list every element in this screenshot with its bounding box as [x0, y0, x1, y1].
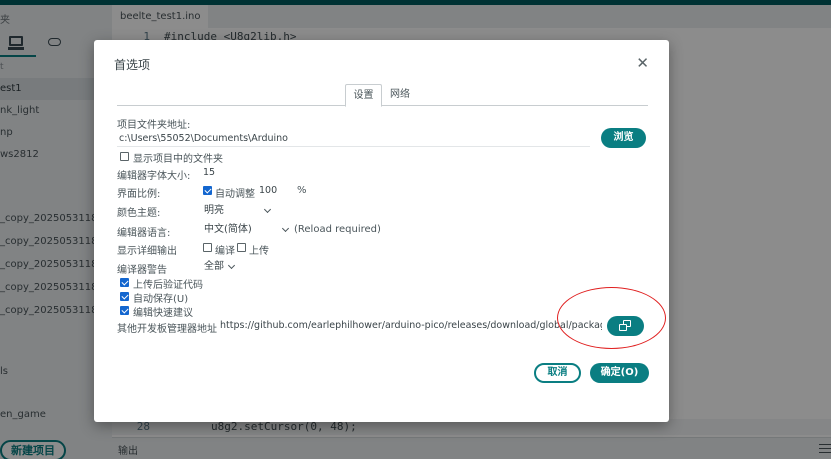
reload-note: (Reload required) [294, 224, 381, 235]
ok-button[interactable]: 确定(O) [590, 363, 649, 383]
chevron-down-icon [281, 224, 290, 233]
dialog-title: 首选项 [114, 58, 151, 72]
verify-after-upload-label: 上传后验证代码 [133, 280, 203, 291]
preferences-dialog: 首选项 ✕ 设置 网络 项目文件夹地址: c:\Users\55052\Docu… [94, 40, 669, 422]
compiler-warnings-label: 编译器警告 [117, 265, 167, 276]
sketchbook-location-input[interactable]: c:\Users\55052\Documents\Arduino [117, 130, 590, 147]
boards-url-edit-button[interactable] [607, 316, 644, 336]
verbose-compile-checkbox[interactable] [203, 243, 212, 252]
auto-scale-label: 自动调整 [215, 189, 255, 200]
verbose-output-label: 显示详细输出 [117, 246, 177, 257]
language-value: 中文(简体) [204, 224, 252, 235]
windows-icon [619, 320, 631, 332]
verbose-compile-label: 编译 [215, 246, 235, 257]
show-files-label: 显示项目中的文件夹 [133, 154, 223, 165]
compiler-warnings-select[interactable]: 全部 [201, 258, 237, 274]
interface-scale-label: 界面比例: [117, 189, 161, 200]
boards-url-label: 其他开发板管理器地址: [117, 324, 221, 335]
boards-url-input[interactable]: https://github.com/earlephilhower/arduin… [218, 317, 602, 334]
chevron-down-icon [263, 205, 272, 214]
tab-network[interactable]: 网络 [385, 84, 415, 107]
compiler-warnings-value: 全部 [204, 261, 224, 272]
autosave-checkbox[interactable] [120, 292, 129, 301]
show-files-checkbox[interactable] [120, 152, 129, 161]
language-select[interactable]: 中文(简体) [201, 221, 291, 237]
font-size-label: 编辑器字体大小: [117, 171, 191, 182]
browse-button[interactable]: 浏览 [601, 128, 646, 148]
tab-settings[interactable]: 设置 [345, 84, 382, 107]
auto-scale-checkbox[interactable] [203, 186, 212, 195]
scale-unit: % [297, 185, 307, 196]
verbose-upload-label: 上传 [249, 246, 269, 257]
dialog-tab-bar: 设置 网络 [117, 84, 648, 107]
theme-label: 颜色主题: [117, 208, 161, 219]
close-icon[interactable]: ✕ [636, 54, 649, 72]
quick-suggestions-checkbox[interactable] [120, 306, 129, 315]
scale-input[interactable]: 100 [257, 182, 295, 199]
language-label: 编辑器语言: [117, 228, 171, 239]
sketchbook-location-label: 项目文件夹地址: [117, 120, 191, 131]
verify-after-upload-checkbox[interactable] [120, 278, 129, 287]
autosave-label: 自动保存(U) [133, 294, 189, 305]
verbose-upload-checkbox[interactable] [237, 243, 246, 252]
cancel-button[interactable]: 取消 [534, 363, 581, 383]
theme-select[interactable]: 明亮 [201, 202, 273, 218]
theme-value: 明亮 [204, 205, 224, 216]
font-size-input[interactable]: 15 [201, 164, 239, 181]
chevron-down-icon [227, 261, 236, 270]
quick-suggestions-label: 编辑快速建议 [133, 308, 193, 319]
